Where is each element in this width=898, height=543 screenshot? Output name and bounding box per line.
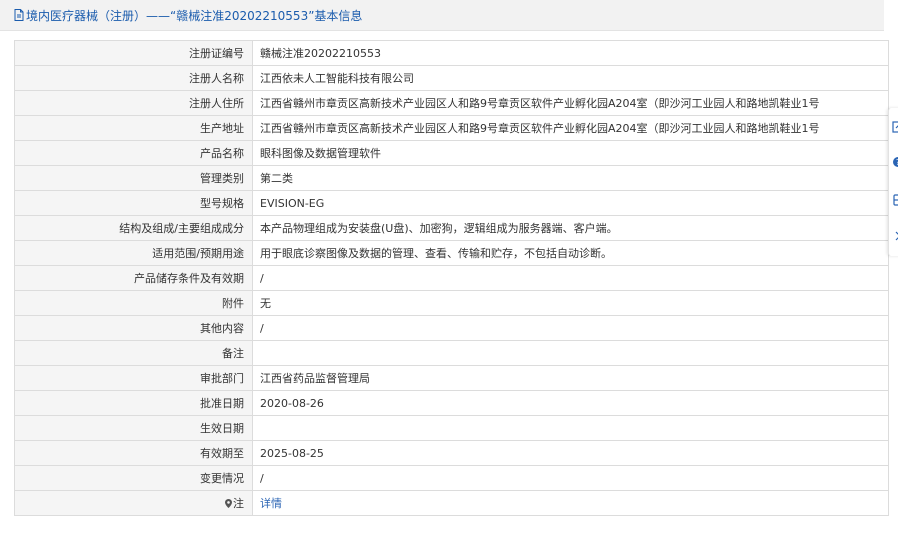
row-label: 型号规格 [14, 190, 253, 216]
table-row: 生效日期 [14, 415, 889, 441]
row-label: 产品储存条件及有效期 [14, 265, 253, 291]
row-value: 眼科图像及数据管理软件 [252, 140, 889, 166]
row-value: 本产品物理组成为安装盘(U盘)、加密狗，逻辑组成为服务器端、客户端。 [252, 215, 889, 241]
table-row: 批准日期 2020-08-26 [14, 390, 889, 416]
table-row: 备注 [14, 340, 889, 366]
map-pin-icon [225, 498, 232, 508]
table-row: 注册人名称 江西依未人工智能科技有限公司 [14, 65, 889, 91]
chevron-right-icon[interactable] [892, 229, 898, 243]
row-label: 变更情况 [14, 465, 253, 491]
edit-icon[interactable] [892, 120, 898, 134]
row-label: 备注 [14, 340, 253, 366]
row-label: 结构及组成/主要组成成分 [14, 215, 253, 241]
row-label: 其他内容 [14, 315, 253, 341]
row-label: 附件 [14, 290, 253, 316]
row-label: 生产地址 [14, 115, 253, 141]
row-value [252, 340, 889, 366]
row-value [252, 415, 889, 441]
row-label: 适用范围/预期用途 [14, 240, 253, 266]
row-label: 注册人名称 [14, 65, 253, 91]
details-link[interactable]: 详情 [260, 497, 282, 510]
row-value: 2025-08-25 [252, 440, 889, 466]
row-value: 赣械注准20202210553 [252, 40, 889, 66]
table-row: 其他内容 / [14, 315, 889, 341]
page-title: 境内医疗器械（注册）——“赣械注准20202210553”基本信息 [26, 8, 363, 23]
phone-icon[interactable] [892, 193, 898, 207]
table-row: 产品储存条件及有效期 / [14, 265, 889, 291]
row-value: / [252, 315, 889, 341]
table-row: 生产地址 江西省赣州市章贡区高新技术产业园区人和路9号章贡区软件产业孵化园A204… [14, 115, 889, 141]
row-value: 第二类 [252, 165, 889, 191]
row-value: 江西省赣州市章贡区高新技术产业园区人和路9号章贡区软件产业孵化园A204室（即沙… [252, 115, 889, 141]
note-value-cell: 详情 [252, 490, 889, 516]
table-row: 结构及组成/主要组成成分 本产品物理组成为安装盘(U盘)、加密狗，逻辑组成为服务器… [14, 215, 889, 241]
side-toolbar: ? [888, 108, 898, 256]
row-label: 生效日期 [14, 415, 253, 441]
row-label: 注册证编号 [14, 40, 253, 66]
table-row: 注册人住所 江西省赣州市章贡区高新技术产业园区人和路9号章贡区软件产业孵化园A20… [14, 90, 889, 116]
table-row: 审批部门 江西省药品监督管理局 [14, 365, 889, 391]
row-label: 审批部门 [14, 365, 253, 391]
row-value: 江西省药品监督管理局 [252, 365, 889, 391]
table-row: 管理类别 第二类 [14, 165, 889, 191]
row-label: 注册人住所 [14, 90, 253, 116]
help-icon[interactable]: ? [892, 155, 898, 169]
row-value: 2020-08-26 [252, 390, 889, 416]
row-value: 无 [252, 290, 889, 316]
row-value: 江西依未人工智能科技有限公司 [252, 65, 889, 91]
table-row: 型号规格 EVISION-EG [14, 190, 889, 216]
row-value: EVISION-EG [252, 190, 889, 216]
page-header: 境内医疗器械（注册）——“赣械注准20202210553”基本信息 [0, 0, 884, 31]
row-value: 用于眼底诊察图像及数据的管理、查看、传输和贮存，不包括自动诊断。 [252, 240, 889, 266]
note-row: 注 详情 [14, 490, 889, 516]
row-label: 产品名称 [14, 140, 253, 166]
table-row: 变更情况 / [14, 465, 889, 491]
row-label: 管理类别 [14, 165, 253, 191]
note-label: 注 [233, 497, 244, 510]
table-row: 适用范围/预期用途 用于眼底诊察图像及数据的管理、查看、传输和贮存，不包括自动诊断… [14, 240, 889, 266]
row-value: 江西省赣州市章贡区高新技术产业园区人和路9号章贡区软件产业孵化园A204室（即沙… [252, 90, 889, 116]
note-label-cell: 注 [14, 490, 253, 516]
row-label: 批准日期 [14, 390, 253, 416]
row-value: / [252, 265, 889, 291]
document-icon [14, 9, 24, 21]
table-row: 产品名称 眼科图像及数据管理软件 [14, 140, 889, 166]
table-row: 有效期至 2025-08-25 [14, 440, 889, 466]
info-table: 注册证编号 赣械注准20202210553 注册人名称 江西依未人工智能科技有限公司… [14, 40, 889, 516]
table-row: 注册证编号 赣械注准20202210553 [14, 40, 889, 66]
row-value: / [252, 465, 889, 491]
table-row: 附件无 [14, 290, 889, 316]
row-label: 有效期至 [14, 440, 253, 466]
